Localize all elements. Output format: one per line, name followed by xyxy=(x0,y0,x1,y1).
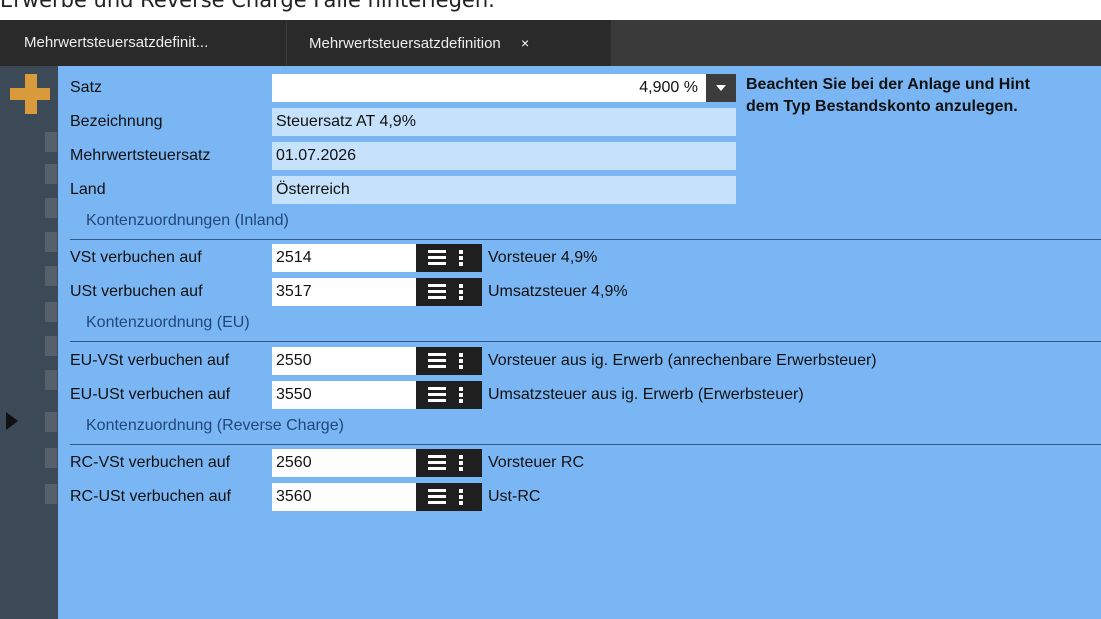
account-label: EU-VSt verbuchen auf xyxy=(70,352,230,369)
list-icon[interactable] xyxy=(428,353,446,369)
list-row-marker[interactable] xyxy=(45,370,57,390)
more-vertical-icon[interactable] xyxy=(458,489,464,505)
list-row-marker[interactable] xyxy=(45,132,57,152)
mehrwertsteuersatz-input[interactable]: 01.07.2026 xyxy=(272,142,736,170)
account-row: VSt verbuchen auf 2514 Vorsteuer 4,9% xyxy=(58,242,1101,274)
hint-line-1: Beachten Sie bei der Anlage und Hint xyxy=(746,76,1030,93)
tab-label: Mehrwertsteuersatzdefinition xyxy=(309,35,501,52)
account-input[interactable]: 3517 xyxy=(272,278,416,306)
list-row-marker[interactable] xyxy=(45,336,57,356)
list-icon[interactable] xyxy=(428,387,446,403)
more-vertical-icon[interactable] xyxy=(458,387,464,403)
section-eu-title: Kontenzuordnung (EU) xyxy=(86,314,250,331)
account-label: RC-USt verbuchen auf xyxy=(70,488,231,505)
account-description: Vorsteuer aus ig. Erwerb (anrechenbare E… xyxy=(488,352,877,369)
account-input[interactable]: 3560 xyxy=(272,483,416,511)
tab-mwst-definition[interactable]: Mehrwertsteuersatzdefinition × xyxy=(287,20,611,66)
mehrwertsteuersatz-label: Mehrwertsteuersatz xyxy=(70,147,211,164)
list-row-marker[interactable] xyxy=(45,266,57,286)
section-inland-title: Kontenzuordnungen (Inland) xyxy=(86,212,289,229)
land-label: Land xyxy=(70,181,106,198)
row-pointer-icon xyxy=(6,412,18,430)
list-icon[interactable] xyxy=(428,284,446,300)
tab-mwst-list[interactable]: Mehrwertsteuersatzdefinit... xyxy=(0,20,286,66)
list-row-marker[interactable] xyxy=(45,164,57,184)
section-eu: Kontenzuordnung (EU) xyxy=(70,310,1101,342)
satz-label: Satz xyxy=(70,79,103,96)
land-row: Land Österreich xyxy=(58,174,1101,206)
tab-label: Mehrwertsteuersatzdefinit... xyxy=(24,34,209,51)
account-label: USt verbuchen auf xyxy=(70,283,203,300)
account-description: Vorsteuer 4,9% xyxy=(488,249,598,266)
left-list-strip xyxy=(0,66,58,619)
mehrwertsteuersatz-row: Mehrwertsteuersatz 01.07.2026 xyxy=(58,140,1101,172)
account-description: Umsatzsteuer aus ig. Erwerb (Erwerbsteue… xyxy=(488,386,804,403)
account-buttons xyxy=(416,381,482,409)
account-buttons xyxy=(416,483,482,511)
account-buttons xyxy=(416,244,482,272)
plus-icon[interactable] xyxy=(8,72,52,116)
app-window: Mehrwertsteuersatzdefinit... Mehrwertste… xyxy=(0,20,1101,619)
account-row: RC-VSt verbuchen auf 2560 Vorsteuer RC xyxy=(58,447,1101,479)
more-vertical-icon[interactable] xyxy=(458,284,464,300)
list-row-marker[interactable] xyxy=(45,484,57,504)
top-text: Erwerbe und Reverse Charge Fälle hinterl… xyxy=(0,0,495,12)
detail-panel: Satz 4,900 % Beachten Sie bei der Anlage… xyxy=(58,66,1101,619)
list-row-marker[interactable] xyxy=(45,412,57,432)
close-icon[interactable]: × xyxy=(521,20,529,66)
land-input[interactable]: Österreich xyxy=(272,176,736,204)
account-description: Ust-RC xyxy=(488,488,541,505)
account-buttons xyxy=(416,278,482,306)
bezeichnung-row: Bezeichnung Steuersatz AT 4,9% xyxy=(58,106,1101,138)
tab-bar: Mehrwertsteuersatzdefinit... Mehrwertste… xyxy=(0,20,1101,66)
account-row: RC-USt verbuchen auf 3560 Ust-RC xyxy=(58,481,1101,513)
account-row: USt verbuchen auf 3517 Umsatzsteuer 4,9% xyxy=(58,276,1101,308)
section-reverse-charge: Kontenzuordnung (Reverse Charge) xyxy=(70,413,1101,445)
account-label: VSt verbuchen auf xyxy=(70,249,202,266)
dropdown-arrow-icon[interactable] xyxy=(706,74,736,102)
more-vertical-icon[interactable] xyxy=(458,250,464,266)
list-row-marker[interactable] xyxy=(45,302,57,322)
bezeichnung-input[interactable]: Steuersatz AT 4,9% xyxy=(272,108,736,136)
account-description: Vorsteuer RC xyxy=(488,454,585,471)
list-icon[interactable] xyxy=(428,250,446,266)
account-buttons xyxy=(416,347,482,375)
account-input[interactable]: 2514 xyxy=(272,244,416,272)
more-vertical-icon[interactable] xyxy=(458,353,464,369)
list-row-marker[interactable] xyxy=(45,232,57,252)
bezeichnung-label: Bezeichnung xyxy=(70,113,163,130)
account-input[interactable]: 3550 xyxy=(272,381,416,409)
account-label: EU-USt verbuchen auf xyxy=(70,386,231,403)
account-description: Umsatzsteuer 4,9% xyxy=(488,283,628,300)
account-row: EU-USt verbuchen auf 3550 Umsatzsteuer a… xyxy=(58,379,1101,411)
account-label: RC-VSt verbuchen auf xyxy=(70,454,231,471)
list-row-marker[interactable] xyxy=(45,448,57,468)
account-row: EU-VSt verbuchen auf 2550 Vorsteuer aus … xyxy=(58,345,1101,377)
more-vertical-icon[interactable] xyxy=(458,455,464,471)
section-inland: Kontenzuordnungen (Inland) xyxy=(70,208,1101,240)
satz-input[interactable]: 4,900 % xyxy=(272,74,706,102)
account-input[interactable]: 2550 xyxy=(272,347,416,375)
section-reverse-charge-title: Kontenzuordnung (Reverse Charge) xyxy=(86,417,344,434)
account-input[interactable]: 2560 xyxy=(272,449,416,477)
list-icon[interactable] xyxy=(428,455,446,471)
list-icon[interactable] xyxy=(428,489,446,505)
account-buttons xyxy=(416,449,482,477)
list-row-marker[interactable] xyxy=(45,198,57,218)
